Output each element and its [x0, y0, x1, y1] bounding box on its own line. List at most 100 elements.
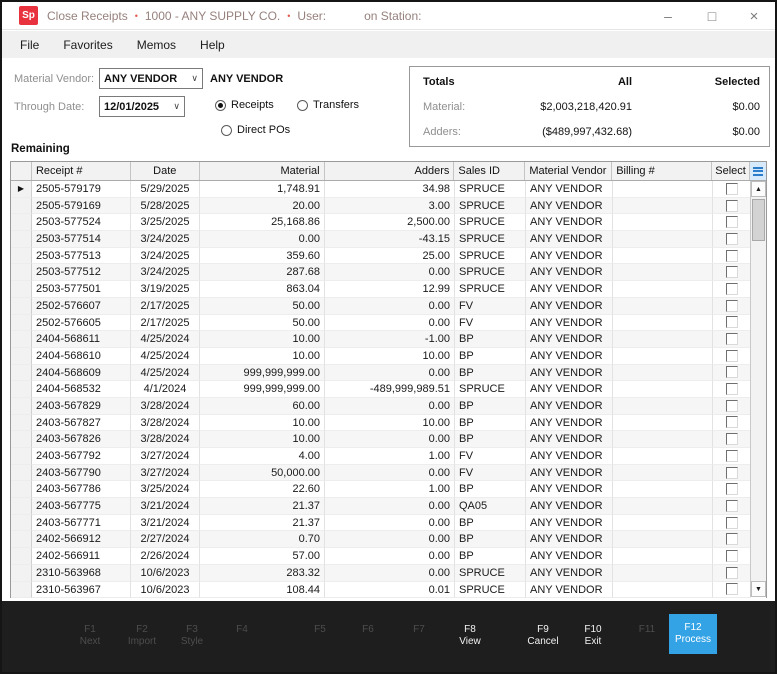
table-row[interactable]: 2404-568611 4/25/2024 10.00 -1.00 BP ANY VEND… — [11, 331, 766, 348]
select-checkbox[interactable] — [726, 316, 738, 329]
cell-billing — [613, 581, 713, 598]
select-checkbox[interactable] — [726, 449, 738, 462]
cell-receipt: 2404-568611 — [32, 331, 131, 348]
select-checkbox[interactable] — [726, 399, 738, 412]
cell-date: 3/21/2024 — [131, 498, 200, 515]
cell-receipt: 2403-567790 — [32, 464, 131, 482]
select-checkbox[interactable] — [726, 433, 738, 446]
fnkey-f12[interactable]: F12 Process — [669, 614, 717, 654]
row-indicator — [11, 314, 32, 332]
table-row[interactable]: 2403-567786 3/25/2024 22.60 1.00 BP ANY VENDO… — [11, 481, 766, 499]
select-checkbox[interactable] — [726, 549, 738, 562]
cell-sales: BP — [455, 514, 526, 532]
select-checkbox[interactable] — [726, 533, 738, 546]
cell-receipt: 2403-567826 — [32, 431, 131, 448]
vertical-scrollbar[interactable]: ▲ ▼ — [750, 181, 766, 597]
minimize-button[interactable]: – — [651, 2, 685, 30]
grid-menu-button[interactable] — [750, 162, 767, 180]
select-checkbox[interactable] — [726, 366, 738, 379]
cell-select — [713, 264, 751, 282]
table-row[interactable]: 2502-576605 2/17/2025 50.00 0.00 FV ANY VENDO… — [11, 314, 766, 332]
table-row[interactable]: 2403-567829 3/28/2024 60.00 0.00 BP ANY VENDO… — [11, 397, 766, 415]
cell-adders: 12.99 — [325, 281, 455, 298]
select-checkbox[interactable] — [726, 516, 738, 529]
table-row[interactable]: 2402-566912 2/27/2024 0.70 0.00 BP ANY VENDOR — [11, 531, 766, 549]
table-row[interactable]: 2503-577514 3/24/2025 0.00 -43.15 SPRUCE ANY … — [11, 231, 766, 248]
menu-item-file[interactable]: File — [20, 38, 39, 52]
cell-sales: SPRUCE — [455, 381, 526, 398]
menu-item-help[interactable]: Help — [200, 38, 225, 52]
fnkey-f10[interactable]: F10 Exit — [584, 624, 601, 648]
table-row[interactable]: 2404-568532 4/1/2024 999,999,999.00 -489,99… — [11, 381, 766, 398]
row-indicator — [11, 197, 32, 215]
table-row[interactable]: 2403-567827 3/28/2024 10.00 10.00 BP ANY VEND… — [11, 414, 766, 432]
grid-header-adders[interactable]: Adders — [325, 162, 455, 180]
grid-header-date[interactable]: Date — [131, 162, 200, 180]
material-vendor-dropdown[interactable]: ANY VENDOR ∨ — [99, 68, 203, 89]
select-checkbox[interactable] — [726, 483, 738, 496]
select-checkbox[interactable] — [726, 499, 738, 512]
grid-header-vendor[interactable]: Material Vendor — [525, 162, 613, 180]
scroll-up-icon[interactable]: ▲ — [751, 181, 766, 197]
table-row[interactable]: 2404-568610 4/25/2024 10.00 10.00 BP ANY VEND… — [11, 347, 766, 365]
close-button[interactable]: × — [737, 2, 771, 30]
radio-transfers[interactable]: Transfers — [297, 99, 359, 111]
table-row[interactable]: 2403-567790 3/27/2024 50,000.00 0.00 FV ANY V… — [11, 464, 766, 482]
grid-header-billing[interactable]: Billing # — [612, 162, 713, 180]
table-row[interactable]: 2404-568609 4/25/2024 999,999,999.00 0.00 BP… — [11, 364, 766, 382]
cell-vendor: ANY VENDOR — [526, 481, 613, 499]
table-row[interactable]: ▶ 2505-579179 5/29/2025 1,748.91 34.98 SPRUCE… — [11, 181, 766, 198]
table-row[interactable]: 2403-567792 3/27/2024 4.00 1.00 FV ANY VENDOR — [11, 448, 766, 465]
table-row[interactable]: 2403-567826 3/28/2024 10.00 0.00 BP ANY VENDO… — [11, 431, 766, 448]
menu-item-memos[interactable]: Memos — [137, 38, 176, 52]
select-checkbox[interactable] — [726, 583, 738, 596]
grid-header-material[interactable]: Material — [200, 162, 325, 180]
table-row[interactable]: 2502-576607 2/17/2025 50.00 0.00 FV ANY VENDO… — [11, 297, 766, 315]
table-row[interactable]: 2503-577524 3/25/2025 25,168.86 2,500.00 SPR… — [11, 214, 766, 232]
table-row[interactable]: 2503-577512 3/24/2025 287.68 0.00 SPRUCE ANY … — [11, 264, 766, 282]
radio-direct-pos[interactable]: Direct POs — [221, 124, 290, 136]
cell-select — [713, 348, 751, 365]
table-row[interactable]: 2503-577513 3/24/2025 359.60 25.00 SPRUCE ANY… — [11, 247, 766, 265]
cell-date: 3/21/2024 — [131, 514, 200, 532]
cell-receipt: 2503-577501 — [32, 281, 131, 298]
grid-header-receipt[interactable]: Receipt # — [32, 162, 131, 180]
select-checkbox[interactable] — [726, 416, 738, 429]
table-row[interactable]: 2310-563968 10/6/2023 283.32 0.00 SPRUCE ANY … — [11, 564, 766, 582]
table-row[interactable]: 2402-566911 2/26/2024 57.00 0.00 BP ANY VENDO… — [11, 548, 766, 565]
select-checkbox[interactable] — [726, 299, 738, 312]
select-checkbox[interactable] — [726, 466, 738, 479]
select-checkbox[interactable] — [726, 282, 738, 295]
grid-header-salesid[interactable]: Sales ID — [454, 162, 526, 180]
cell-select — [713, 481, 751, 499]
select-checkbox[interactable] — [726, 333, 738, 346]
select-checkbox[interactable] — [726, 349, 738, 362]
scrollbar-thumb[interactable] — [752, 199, 765, 241]
radio-receipts[interactable]: Receipts — [215, 99, 274, 111]
scroll-down-icon[interactable]: ▼ — [751, 581, 766, 597]
select-checkbox[interactable] — [726, 566, 738, 579]
maximize-button[interactable]: □ — [695, 2, 729, 30]
table-row[interactable]: 2505-579169 5/28/2025 20.00 3.00 SPRUCE ANY V… — [11, 197, 766, 215]
select-checkbox[interactable] — [726, 249, 738, 262]
fnkey-f9[interactable]: F9 Cancel — [527, 624, 558, 648]
fnkey-f8[interactable]: F8 View — [459, 624, 481, 648]
table-row[interactable]: 2503-577501 3/19/2025 863.04 12.99 SPRUCE ANY… — [11, 281, 766, 298]
select-checkbox[interactable] — [726, 266, 738, 279]
cell-select — [713, 498, 751, 515]
select-checkbox[interactable] — [726, 216, 738, 229]
select-checkbox[interactable] — [726, 383, 738, 396]
cell-receipt: 2310-563968 — [32, 564, 131, 582]
select-checkbox[interactable] — [726, 182, 738, 195]
grid-header-select[interactable]: Select — [712, 162, 751, 180]
material-vendor-dropdown-value: ANY VENDOR — [104, 72, 178, 85]
through-date-dropdown-value: 12/01/2025 — [104, 100, 160, 113]
through-date-dropdown[interactable]: 12/01/2025 ∨ — [99, 96, 185, 117]
cell-adders: 0.00 — [325, 464, 455, 482]
select-checkbox[interactable] — [726, 199, 738, 212]
table-row[interactable]: 2403-567775 3/21/2024 21.37 0.00 QA05 ANY VEN… — [11, 498, 766, 515]
select-checkbox[interactable] — [726, 232, 738, 245]
table-row[interactable]: 2403-567771 3/21/2024 21.37 0.00 BP ANY VENDO… — [11, 514, 766, 532]
table-row[interactable]: 2310-563967 10/6/2023 108.44 0.01 SPRUCE ANY … — [11, 581, 766, 598]
menu-item-favorites[interactable]: Favorites — [63, 38, 112, 52]
